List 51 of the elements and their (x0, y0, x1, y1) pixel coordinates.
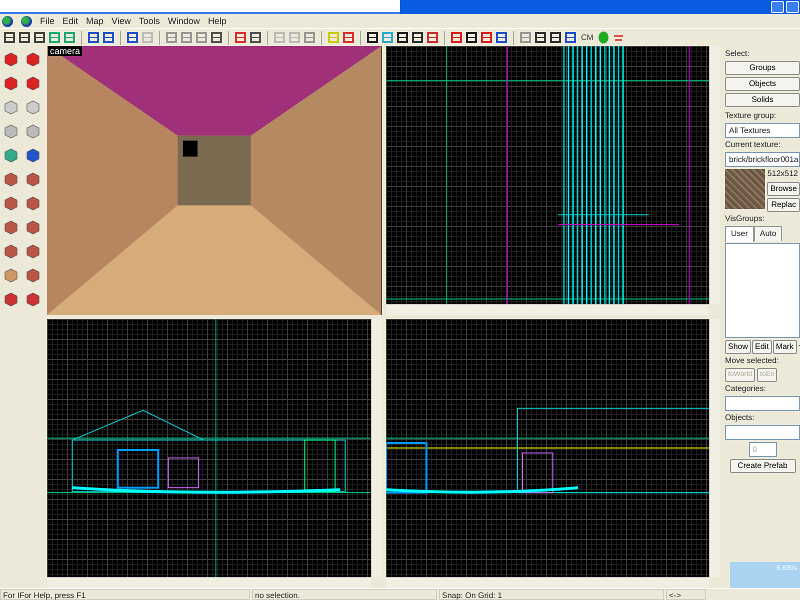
viewport-label: camera (48, 46, 82, 56)
texture-size: 512x512 (767, 169, 800, 180)
grid-view[interactable] (386, 319, 709, 577)
vertical-scrollbar[interactable] (709, 46, 720, 304)
select-label: Select: (725, 49, 750, 59)
toolbar-button[interactable]: CM (579, 32, 596, 44)
status-text: no selection. (252, 589, 437, 600)
visgroup-list[interactable] (725, 242, 800, 338)
current-texture-field[interactable]: brick/brickfloor001a (725, 152, 800, 168)
vertical-scrollbar[interactable] (370, 319, 382, 577)
minimize-icon[interactable] (771, 1, 784, 13)
current-texture-label: Current texture: (725, 140, 782, 150)
horizontal-scrollbar[interactable] (386, 304, 709, 315)
create-prefab-button[interactable]: Create Prefab (730, 458, 796, 473)
visgroup-button[interactable]: Show (725, 340, 752, 354)
texture-group-dropdown[interactable]: All Textures (725, 123, 800, 138)
menu-item[interactable]: Map (86, 15, 104, 27)
visgroup-tab[interactable]: User (725, 226, 754, 242)
menu-item[interactable]: Window (168, 15, 200, 27)
select-button[interactable]: Groups (725, 61, 800, 75)
horizontal-scrollbar[interactable] (386, 577, 709, 588)
menu-item[interactable]: Help (208, 15, 226, 27)
select-button[interactable]: Objects (725, 77, 800, 91)
menu-item[interactable]: Edit (62, 15, 78, 27)
texture-button[interactable]: Browse (767, 182, 800, 196)
move-label: Move selected: (725, 356, 780, 366)
visgroup-tab[interactable]: Auto (754, 226, 782, 241)
globe-icon (21, 16, 32, 26)
grid-view[interactable] (386, 46, 709, 304)
restore-icon[interactable] (786, 1, 799, 13)
select-button[interactable]: Solids (725, 93, 800, 107)
visgroup-button[interactable]: Edit (752, 340, 772, 354)
menu-item[interactable]: File (40, 15, 55, 27)
horizontal-scrollbar[interactable] (47, 577, 370, 588)
visgroup-button[interactable]: Mark (772, 340, 797, 354)
status-text: Snap: On Grid: 1 (439, 589, 664, 600)
menu-item[interactable]: View (112, 15, 131, 27)
status-text: For IFor Help, press F1 (0, 589, 250, 600)
globe-icon (2, 16, 13, 26)
vertical-scrollbar[interactable] (709, 319, 720, 577)
visgroups-label: VisGroups: (725, 214, 766, 224)
texture-group-label: Texture group: (725, 111, 778, 122)
objects-dropdown[interactable] (725, 424, 800, 440)
texture-preview (725, 169, 766, 210)
texture-button[interactable]: Replac (767, 198, 800, 212)
objects-label: Objects: (725, 412, 756, 423)
categories-label: Categories: (725, 384, 767, 394)
menu-item[interactable]: Tools (138, 15, 160, 27)
grid-view[interactable] (47, 319, 370, 577)
status-text: <-> (666, 589, 706, 600)
categories-dropdown[interactable] (725, 396, 800, 411)
